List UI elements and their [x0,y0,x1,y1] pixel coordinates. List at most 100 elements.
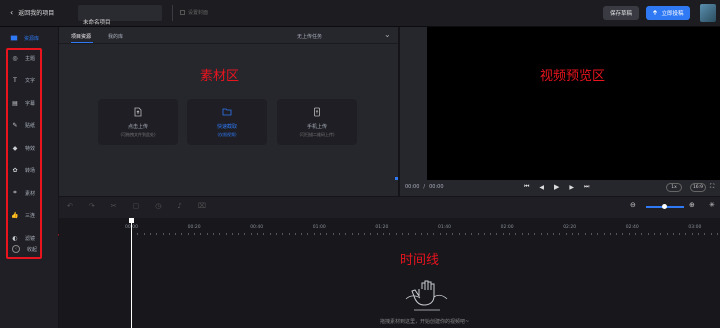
current-time: 00:00 [405,184,420,190]
upload-icon [653,10,658,15]
checkbox-icon [180,10,185,15]
sidebar-item-label: 文字 [25,78,36,84]
tick-mark [200,233,202,235]
tick-mark [603,233,605,235]
playhead-handle[interactable] [129,218,134,223]
export-button[interactable]: 立即投稿 [646,6,690,20]
step-back-icon[interactable]: ◀ [539,184,544,191]
tick-mark [257,233,258,235]
delete-icon[interactable]: ▢ [133,202,140,210]
filter-icon: ◐ [12,234,18,242]
tick-mark [206,233,208,235]
quick-capture-card[interactable]: 快速截取 (仅限视频) [187,99,267,145]
back-button[interactable]: ‹ 返回我的项目 [10,8,54,17]
crop-icon: ⌗ [13,189,17,196]
sidebar-item-3[interactable]: ✎ 贴纸 [11,120,35,132]
project-name-input[interactable]: 未命名项目 [78,5,162,26]
top-bar: ‹ 返回我的项目 未命名项目 设置封面 保存草稿 立即投稿 [0,0,720,27]
sidebar-item-label: 特效 [25,145,36,152]
ratio-button[interactable]: 16:9 [690,183,706,192]
tick-mark [691,233,693,235]
tick-mark [527,233,529,235]
tick-mark [660,233,662,235]
tick-mark [464,233,466,235]
tick-mark [376,233,378,235]
sidebar-item-6[interactable]: ⌗ 素材 [11,187,35,199]
tick-label: 02:40 [625,225,639,230]
tick-mark [584,233,586,235]
crop-tool-icon[interactable]: ⌧ [198,202,206,210]
tick-mark [162,233,164,235]
tick-mark [250,233,252,235]
playhead[interactable] [131,218,132,328]
fullscreen-icon[interactable]: ⛶ [710,183,714,191]
skip-end-icon[interactable]: ⏭ [584,183,589,191]
tick-mark [565,233,567,235]
collapse-icon: ‹ [12,245,20,253]
tick-label: 00:40 [250,225,264,230]
tick-mark [546,233,548,235]
tick-mark [452,233,454,235]
drag-hand-icon [405,280,448,311]
fit-icon[interactable]: ✳ [709,201,715,209]
subtitle-icon: ▤ [12,99,18,107]
tick-mark [597,233,599,235]
tick-label: 00:20 [187,225,201,230]
tick-mark [175,233,177,235]
area-label-materials: 素材区 [200,69,240,84]
skip-start-icon[interactable]: ⏮ [524,183,529,191]
mobile-upload-card[interactable]: 手机上传 (可扫描二维码上传) [277,99,357,145]
zoom-out-icon[interactable]: ⊖ [630,201,636,209]
tick-mark [181,233,183,235]
zoom-in-icon[interactable]: ⊕ [689,201,695,209]
sidebar-item-7[interactable]: 👍 三连 [11,210,35,222]
tick-mark [357,233,359,235]
chevron-left-icon: ‹ [10,8,14,17]
sidebar-item-5[interactable]: ✿ 转场 [11,165,35,177]
tick-mark [641,233,643,235]
collapse-button[interactable]: ‹ 收起 [12,245,37,253]
sidebar-item-8[interactable]: ◐ 滤镜 [11,232,35,244]
save-draft-button[interactable]: 保存草稿 [603,6,639,20]
sidebar-item-0[interactable]: ◎ 主题 [11,52,35,64]
tick-mark [716,233,718,235]
split-icon[interactable]: ✂ [111,202,117,210]
tick-mark [313,233,315,235]
divider [172,5,173,21]
text-icon: T [13,77,17,84]
chevron-down-icon[interactable]: ⌄ [384,30,391,39]
tick-mark [307,233,309,235]
cover-setting[interactable]: 设置封面 [180,9,208,16]
step-forward-icon[interactable]: ▶ [569,184,574,191]
video-canvas [427,27,720,180]
play-icon[interactable]: ▶ [554,183,559,191]
resize-handle[interactable] [395,177,398,180]
sidebar-item-library[interactable]: 资源库 [10,32,39,44]
sidebar-item-4[interactable]: ◆ 特效 [11,142,35,154]
sidebar-item-label: 滤镜 [25,235,36,242]
tab-project-resources[interactable]: 项目资源 [71,33,91,40]
tab-my-library[interactable]: 我的库 [108,33,123,40]
tick-mark [685,233,687,235]
tick-mark [572,233,573,235]
tick-mark [338,233,340,235]
zoom-slider-handle[interactable] [662,204,667,209]
sidebar-item-1[interactable]: T 文字 [11,75,35,87]
redo-icon[interactable]: ↷ [89,202,95,210]
tick-mark [345,233,347,235]
tick-mark [609,233,611,235]
tick-mark [320,233,321,235]
sidebar-item-2[interactable]: ▤ 字幕 [11,97,35,109]
freeze-icon[interactable]: ◷ [155,202,161,210]
speed-button[interactable]: 1x [666,183,682,192]
undo-icon[interactable]: ↶ [67,202,73,210]
tick-mark [433,233,435,235]
tick-mark [704,233,706,235]
avatar[interactable] [700,4,716,22]
time-ruler[interactable]: 00:0000:2000:4001:0001:2001:4002:0002:20… [59,218,720,236]
tick-mark [483,233,485,235]
audio-icon[interactable]: ♪ [177,202,181,210]
effect-icon: ◆ [12,144,18,152]
upload-card[interactable]: 点击上传 (可拖拽文件到此处) [98,99,178,145]
empty-hint: 拖拽素材到这里，开始创建你的视频吧~ [380,319,470,325]
